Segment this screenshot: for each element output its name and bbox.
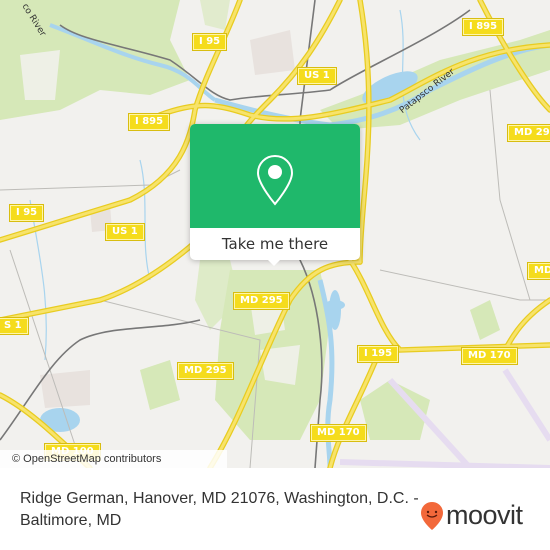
popup-pointer: [266, 258, 282, 266]
road-shield-i95: I 95: [191, 33, 228, 51]
road-shield-us1: US 1: [105, 223, 145, 241]
road-shield-i195: I 195: [356, 345, 400, 363]
popup-header: [190, 124, 360, 228]
map[interactable]: I 95 I 895 US 1 I 895 MD 295 I 95 US 1 S…: [0, 0, 550, 468]
moovit-wordmark: moovit: [446, 500, 523, 530]
road-shield-md295: MD 295: [233, 292, 290, 310]
footer: Ridge German, Hanover, MD 21076, Washing…: [0, 468, 550, 550]
moovit-logo[interactable]: moovit: [420, 500, 523, 531]
road-shield-md170: MD 170: [461, 347, 518, 365]
location-pin-icon: [256, 154, 294, 206]
road-shield-md295: MD 295: [507, 124, 550, 142]
road-shield-i895: I 895: [461, 18, 505, 36]
road-shield-md: MD: [526, 262, 550, 280]
destination-popup[interactable]: Take me there: [190, 124, 360, 266]
take-me-there-button[interactable]: Take me there: [190, 228, 360, 260]
road-shield-md170: MD 170: [310, 424, 367, 442]
road-shield-md295: MD 295: [177, 362, 234, 380]
osm-attribution[interactable]: © OpenStreetMap contributors: [0, 450, 227, 468]
road-shield-i95: I 95: [8, 204, 45, 222]
road-shield-us1: S 1: [0, 317, 29, 335]
road-shield-i895: I 895: [127, 113, 171, 131]
address-text: Ridge German, Hanover, MD 21076, Washing…: [20, 490, 419, 529]
road-shield-us1: US 1: [297, 67, 337, 85]
moovit-smiley-pin-icon: [421, 501, 443, 530]
